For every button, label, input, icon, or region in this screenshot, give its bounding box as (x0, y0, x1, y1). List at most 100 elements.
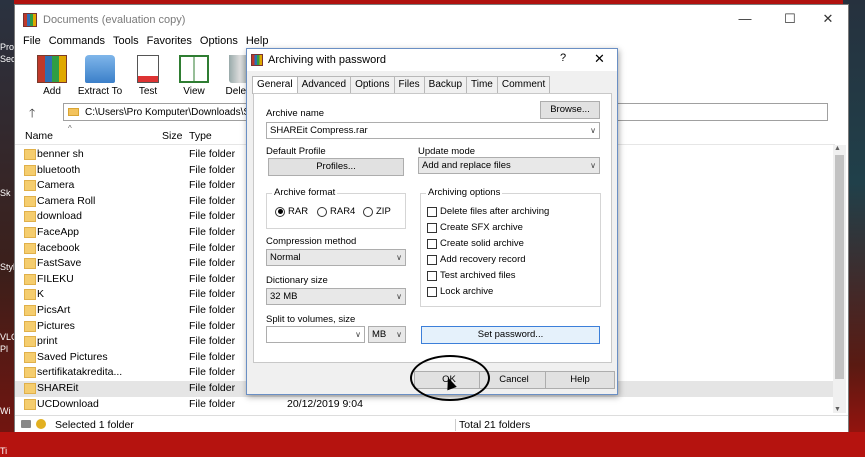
close-icon[interactable]: ✕ (813, 11, 843, 27)
minimize-icon[interactable]: — (730, 11, 760, 26)
split-unit-select[interactable]: MB ∨ (368, 326, 406, 343)
desktop-left-strip (0, 0, 14, 457)
column-name[interactable]: Name (25, 130, 53, 142)
checkbox-icon (427, 222, 437, 233)
dictionary-size-label: Dictionary size (266, 275, 328, 286)
archive-name-label: Archive name (266, 108, 325, 119)
recovery-record-checkbox[interactable]: Add recovery record (427, 254, 526, 265)
scroll-thumb[interactable] (835, 155, 844, 379)
archive-name-input[interactable]: SHAREit Compress.rar ∨ (266, 122, 600, 139)
column-type[interactable]: Type (189, 130, 212, 142)
option-label: Lock archive (440, 286, 494, 297)
tab-backup[interactable]: Backup (423, 76, 468, 93)
extract-to-button[interactable]: Extract To (75, 51, 125, 99)
menu-tools[interactable]: Tools (111, 35, 145, 51)
checkbox-icon (427, 206, 437, 217)
file-name: sertifikatakredita... (37, 366, 123, 379)
file-name: Saved Pictures (37, 350, 108, 363)
split-volumes-input[interactable]: ∨ (266, 326, 365, 343)
window-titlebar[interactable]: Documents (evaluation copy) — ☐ ✕ (15, 5, 848, 35)
file-type: File folder (189, 397, 236, 410)
option-label: Delete files after archiving (440, 206, 550, 217)
file-type: File folder (189, 381, 236, 394)
desktop-label: Pro (0, 42, 15, 52)
folder-icon (24, 180, 36, 192)
profiles-button[interactable]: Profiles... (268, 158, 404, 176)
tab-options[interactable]: Options (350, 76, 395, 93)
compression-method-select[interactable]: Normal ∨ (266, 249, 406, 266)
file-type: File folder (189, 272, 236, 285)
chevron-down-icon[interactable]: ∨ (396, 327, 402, 342)
lock-archive-checkbox[interactable]: Lock archive (427, 286, 493, 297)
chevron-down-icon[interactable]: ∨ (590, 158, 596, 173)
close-icon[interactable]: ✕ (594, 51, 605, 67)
create-sfx-checkbox[interactable]: Create SFX archive (427, 222, 523, 233)
dialog-tabs: General Advanced Options Files Backup Ti… (252, 76, 551, 94)
file-type: File folder (189, 335, 236, 348)
vertical-scrollbar[interactable]: ▲ ▼ (833, 145, 846, 413)
maximize-icon[interactable]: ☐ (775, 11, 805, 27)
help-icon[interactable]: ? (560, 52, 566, 64)
checkbox-icon (427, 270, 437, 281)
key-icon[interactable] (36, 419, 46, 429)
split-volumes-label: Split to volumes, size (266, 314, 356, 325)
dialog-title: Archiving with password (268, 54, 386, 66)
scroll-up-icon[interactable]: ▲ (834, 145, 841, 152)
file-name: Camera (37, 179, 75, 192)
folder-icon (24, 382, 36, 394)
tab-advanced[interactable]: Advanced (296, 76, 352, 93)
delete-after-checkbox[interactable]: Delete files after archiving (427, 206, 549, 217)
option-label: Create solid archive (440, 238, 524, 249)
folder-icon (24, 367, 36, 379)
add-button[interactable]: Add (29, 51, 75, 99)
tab-time[interactable]: Time (466, 76, 498, 93)
folder-icon (24, 226, 36, 238)
option-label: Add recovery record (440, 254, 526, 265)
tab-general[interactable]: General (252, 76, 298, 94)
folder-icon (24, 289, 36, 301)
chevron-down-icon[interactable]: ∨ (355, 327, 361, 342)
menu-options[interactable]: Options (198, 35, 244, 51)
tab-comment[interactable]: Comment (496, 76, 551, 93)
compression-method-label: Compression method (266, 236, 357, 247)
view-button[interactable]: View (171, 51, 217, 99)
create-solid-checkbox[interactable]: Create solid archive (427, 238, 524, 249)
drive-icon[interactable] (21, 420, 31, 428)
file-name: Pictures (37, 319, 75, 332)
file-type: File folder (189, 194, 236, 207)
file-name: UCDownload (37, 397, 99, 410)
chevron-down-icon[interactable]: ∨ (396, 250, 402, 265)
file-row[interactable]: UCDownload File folder 20/12/2019 9:04 (15, 397, 833, 413)
general-panel: Archive name Browse... SHAREit Compress.… (253, 93, 612, 363)
scroll-down-icon[interactable]: ▼ (834, 406, 841, 413)
update-mode-select[interactable]: Add and replace files ∨ (418, 157, 600, 174)
file-name: PicsArt (37, 303, 71, 316)
format-zip-radio[interactable]: ZIP (363, 206, 391, 217)
tab-files[interactable]: Files (393, 76, 425, 93)
dictionary-size-select[interactable]: 32 MB ∨ (266, 288, 406, 305)
up-arrow-icon[interactable]: 🡑 (29, 104, 35, 125)
radio-icon (363, 206, 373, 217)
menu-favorites[interactable]: Favorites (145, 35, 198, 51)
format-rar-radio[interactable]: RAR (275, 206, 308, 217)
chevron-down-icon[interactable]: ∨ (590, 123, 596, 138)
format-rar4-radio[interactable]: RAR4 (317, 206, 355, 217)
browse-button[interactable]: Browse... (540, 101, 600, 119)
help-button[interactable]: Help (545, 371, 615, 389)
menu-commands[interactable]: Commands (47, 35, 111, 51)
option-label: Create SFX archive (440, 222, 523, 233)
file-name: benner sh (37, 148, 84, 160)
dialog-titlebar[interactable]: Archiving with password ? ✕ (247, 49, 617, 71)
radio-selected-icon (275, 206, 285, 217)
test-button[interactable]: Test (125, 51, 171, 99)
set-password-button[interactable]: Set password... (421, 326, 600, 344)
chevron-down-icon[interactable]: ∨ (396, 289, 402, 304)
menu-file[interactable]: File (21, 35, 47, 51)
archive-dialog: Archiving with password ? ✕ General Adva… (246, 48, 618, 395)
file-type: File folder (189, 210, 236, 223)
file-name: FastSave (37, 257, 82, 270)
folder-icon (24, 398, 36, 410)
test-archived-checkbox[interactable]: Test archived files (427, 270, 516, 281)
folder-icon (24, 195, 36, 207)
column-size[interactable]: Size (162, 130, 182, 142)
